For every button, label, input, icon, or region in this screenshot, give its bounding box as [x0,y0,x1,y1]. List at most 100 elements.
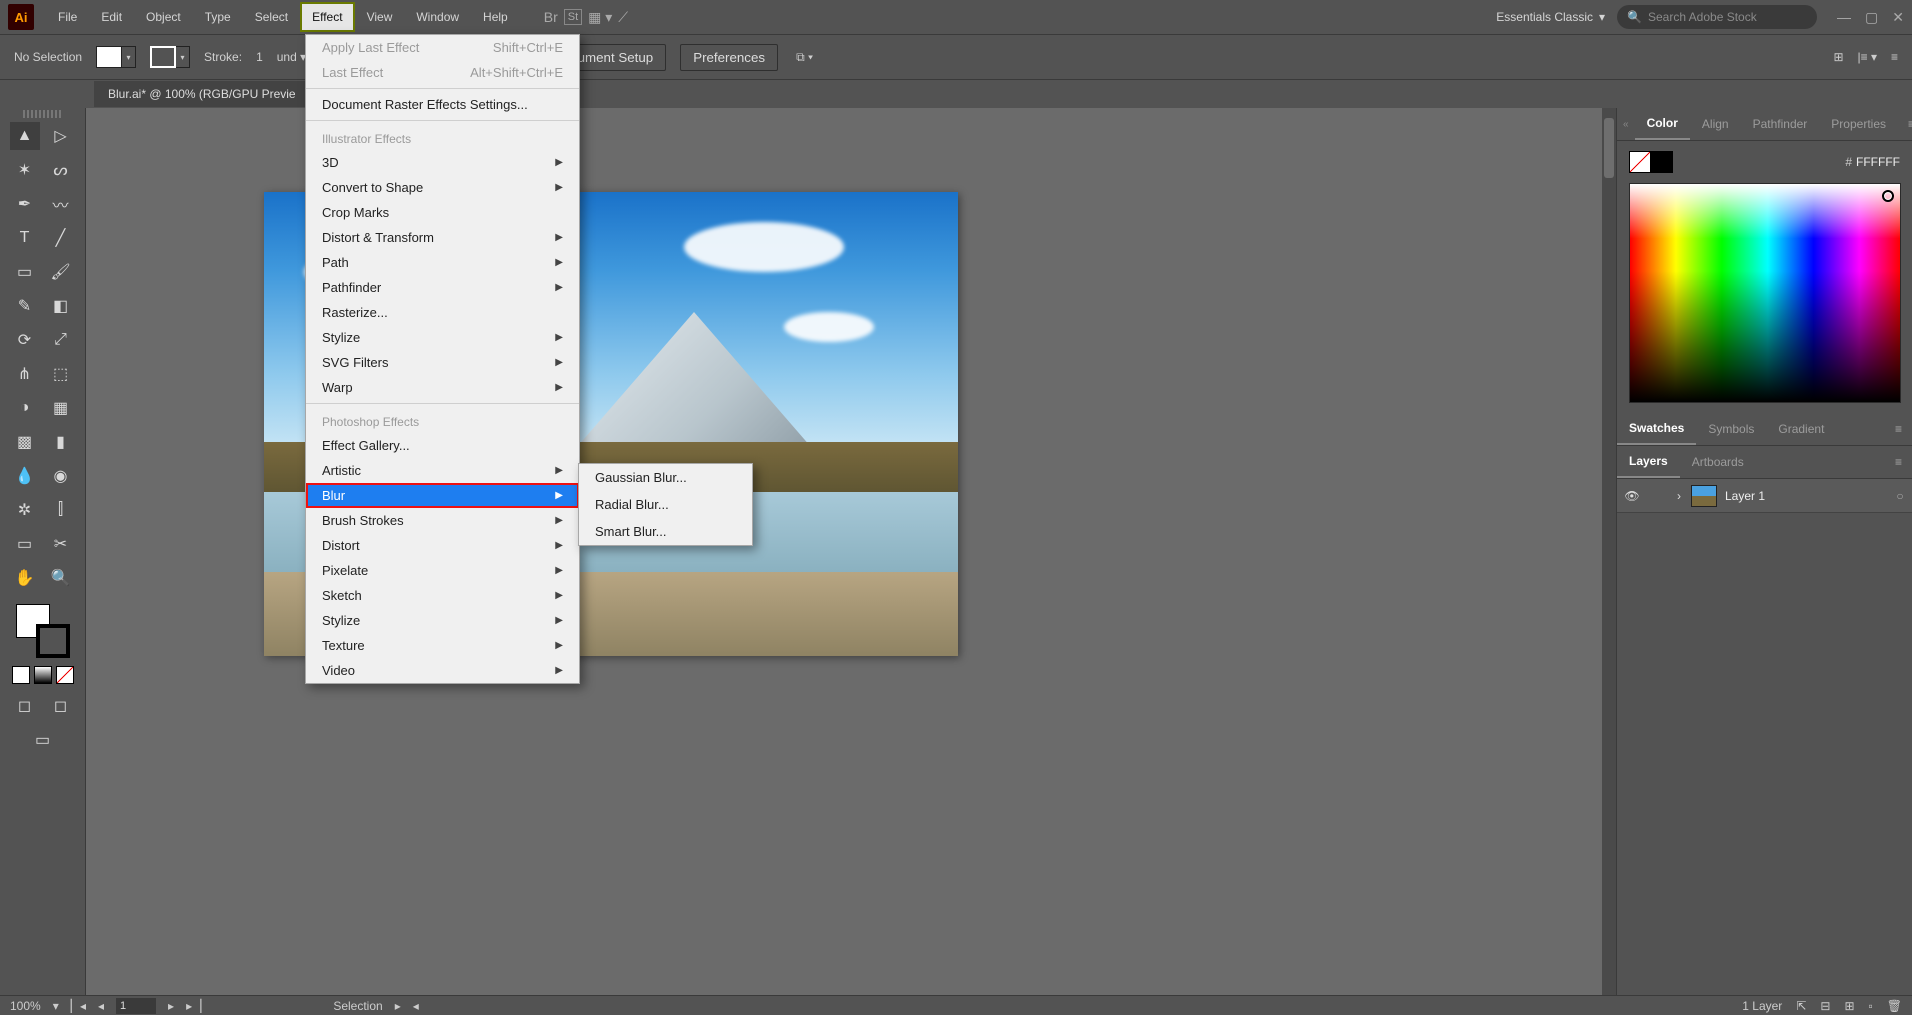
truncated-dropdown[interactable]: und ▾ [277,50,306,64]
preferences-button[interactable]: Preferences [680,44,778,71]
hscroll-right-icon[interactable]: ◂ [413,999,419,1013]
mi-3d[interactable]: 3D▶ [306,150,579,175]
rotate-tool[interactable]: ⟳ [10,326,40,354]
align-to-icon[interactable]: ⧉ ▾ [796,50,813,65]
color-fill-proxy[interactable] [1629,151,1651,173]
menu-help[interactable]: Help [471,2,520,32]
tab-artboards[interactable]: Artboards [1680,447,1756,477]
color-spectrum[interactable] [1629,183,1901,403]
eyedropper-tool[interactable]: 💧 [10,462,40,490]
artboard-next-icon[interactable]: ▸ [168,999,174,1013]
mi-texture[interactable]: Texture▶ [306,633,579,658]
stock-search[interactable]: 🔍 Search Adobe Stock [1617,5,1817,29]
mi-pathfinder[interactable]: Pathfinder▶ [306,275,579,300]
menu-view[interactable]: View [355,2,405,32]
draw-behind-icon[interactable]: ◻ [46,692,76,720]
slice-tool[interactable]: ✂ [46,530,76,558]
target-icon[interactable]: ○ [1888,489,1912,503]
tab-properties[interactable]: Properties [1819,109,1898,139]
mesh-tool[interactable]: ▩ [10,428,40,456]
zoom-dd-icon[interactable]: ▾ [53,999,59,1013]
artboard-tool[interactable]: ▭ [10,530,40,558]
type-tool[interactable]: T [10,224,40,252]
zoom-tool[interactable]: 🔍 [46,564,76,592]
shaper-tool[interactable]: ✎ [10,292,40,320]
fill-stroke-control[interactable] [16,604,70,658]
new-layer-icon[interactable]: ▫ [1869,999,1873,1013]
locate-layer-icon[interactable]: ⊟ [1820,999,1830,1013]
visibility-icon[interactable]: 👁 [1617,489,1647,503]
perspective-tool[interactable]: ▦ [46,394,76,422]
zoom-level[interactable]: 100% [10,999,41,1013]
menu-object[interactable]: Object [134,2,193,32]
gradient-mode-icon[interactable] [34,666,52,684]
mi-doc-raster-settings[interactable]: Document Raster Effects Settings... [306,92,579,117]
workspace-switcher[interactable]: Essentials Classic ▾ [1496,10,1605,24]
artboard-prev-icon[interactable]: ◂ [98,999,104,1013]
fill-swatch[interactable]: ▾ [96,46,136,68]
layer-name[interactable]: Layer 1 [1725,489,1888,503]
menu-select[interactable]: Select [243,2,300,32]
scroll-thumb[interactable] [1604,118,1614,178]
mi-rasterize-[interactable]: Rasterize... [306,300,579,325]
export-icon[interactable]: ⇱ [1796,999,1806,1013]
none-mode-icon[interactable] [56,666,74,684]
mi-crop-marks[interactable]: Crop Marks [306,200,579,225]
minimize-icon[interactable]: — [1837,9,1851,26]
panel-collapse-icon[interactable]: « [1617,119,1635,130]
curvature-tool[interactable]: 〰 [46,190,76,218]
mi-distort-transform[interactable]: Distort & Transform▶ [306,225,579,250]
mi-warp[interactable]: Warp▶ [306,375,579,400]
selection-tool[interactable]: ▲ [10,122,40,150]
eraser-tool[interactable]: ◧ [46,292,76,320]
mi-effect-gallery-[interactable]: Effect Gallery... [306,433,579,458]
panel-menu-icon[interactable]: ≡ [1885,447,1912,477]
line-tool[interactable]: ╱ [46,224,76,252]
mi-convert-to-shape[interactable]: Convert to Shape▶ [306,175,579,200]
direct-selection-tool[interactable]: ▷ [46,122,76,150]
menu-window[interactable]: Window [404,2,471,32]
tab-gradient[interactable]: Gradient [1766,414,1836,444]
mi-pixelate[interactable]: Pixelate▶ [306,558,579,583]
bridge-icon[interactable]: Br [544,9,558,25]
tab-align[interactable]: Align [1690,109,1741,139]
close-icon[interactable]: ✕ [1892,9,1904,26]
stock-icon[interactable]: St [564,9,582,25]
align-panel-icon[interactable]: |≡ ▾ [1858,50,1877,64]
tab-layers[interactable]: Layers [1617,446,1680,478]
maximize-icon[interactable]: ▢ [1865,9,1878,26]
tab-symbols[interactable]: Symbols [1696,414,1766,444]
lasso-tool[interactable]: ᔕ [46,156,76,184]
stroke-swatch[interactable]: ▾ [150,46,190,68]
tab-pathfinder[interactable]: Pathfinder [1741,109,1820,139]
menu-file[interactable]: File [46,2,89,32]
mi-radial-blur[interactable]: Radial Blur... [579,491,752,518]
scale-tool[interactable]: ⤢ [46,326,76,354]
panel-menu-icon[interactable]: ≡ [1885,414,1912,444]
stroke-swatch-large[interactable] [36,624,70,658]
chevron-right-icon[interactable]: › [1667,489,1691,503]
mi-blur[interactable]: Blur▶ [306,483,579,508]
gradient-tool[interactable]: ▮ [46,428,76,456]
artboard-last-icon[interactable]: ▸▕ [186,999,201,1013]
screen-mode-icon[interactable]: ▭ [28,726,58,754]
mi-smart-blur[interactable]: Smart Blur... [579,518,752,545]
menu-edit[interactable]: Edit [89,2,134,32]
panel-menu-icon[interactable]: ≡ [1898,109,1912,139]
arrange-docs-icon[interactable]: ▦ ▾ [588,9,612,26]
layer-row[interactable]: 👁 › Layer 1 ○ [1617,479,1912,513]
mi-stylize[interactable]: Stylize▶ [306,325,579,350]
mi-artistic[interactable]: Artistic▶ [306,458,579,483]
tab-color[interactable]: Color [1635,108,1690,140]
shape-builder-tool[interactable]: ◑ [10,394,40,422]
document-tab[interactable]: Blur.ai* @ 100% (RGB/GPU Previe [94,81,310,107]
magic-wand-tool[interactable]: ✶ [10,156,40,184]
hand-tool[interactable]: ✋ [10,564,40,592]
artboard-number-input[interactable] [116,998,156,1014]
panel-menu-icon[interactable]: ≡ [1891,50,1898,64]
color-mode-icon[interactable] [12,666,30,684]
menu-type[interactable]: Type [193,2,243,32]
new-sublayer-icon[interactable]: ⊞ [1844,999,1854,1013]
draw-normal-icon[interactable]: ◻ [10,692,40,720]
symbol-sprayer-tool[interactable]: ✲ [10,496,40,524]
